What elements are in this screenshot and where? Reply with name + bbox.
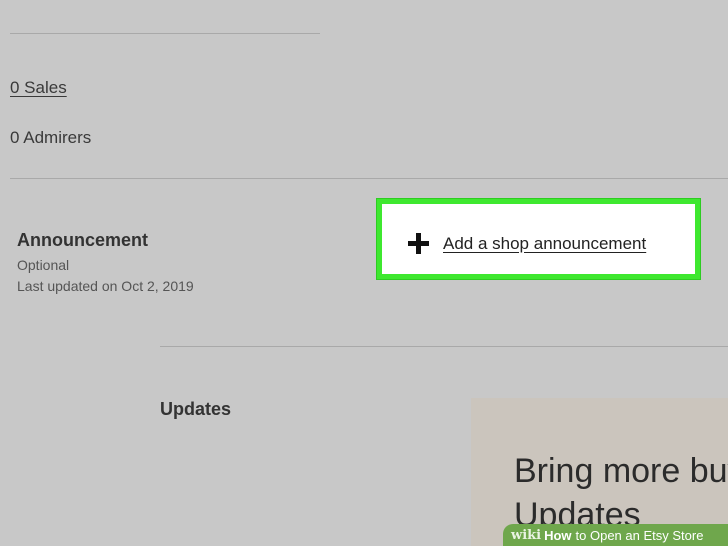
announcement-heading: Announcement [17, 230, 149, 250]
add-shop-announcement-button[interactable]: Add a shop announcement [377, 199, 700, 279]
admirers-count: 0 Admirers [10, 128, 92, 147]
announcement-divider [160, 346, 728, 347]
announcement-optional-label: Optional [17, 257, 70, 273]
add-shop-announcement-link[interactable]: Add a shop announcement [443, 234, 646, 254]
plus-icon [408, 233, 429, 254]
watermark-wiki: wiki [511, 527, 542, 543]
updates-heading: Updates [160, 399, 232, 419]
promo-line-1: Bring more buy [514, 452, 728, 490]
watermark-how: How [544, 527, 572, 543]
wikihow-watermark: wiki How to Open an Etsy Store [503, 524, 728, 546]
sales-link[interactable]: 0 Sales [10, 78, 67, 98]
top-divider [10, 33, 320, 34]
watermark-title: to Open an Etsy Store [575, 527, 704, 543]
shop-settings-page: 0 Sales 0 Admirers Announcement Optional… [0, 0, 728, 546]
stats-divider [10, 178, 728, 179]
announcement-last-updated: Last updated on Oct 2, 2019 [17, 278, 194, 294]
